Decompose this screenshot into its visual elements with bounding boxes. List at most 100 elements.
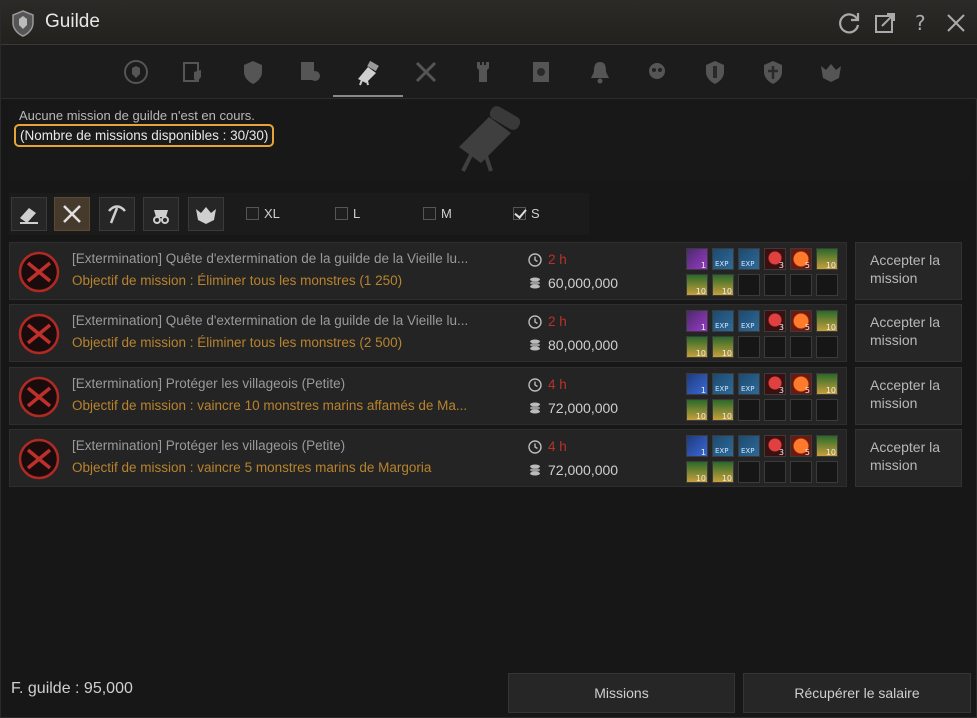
- potion-icon[interactable]: 10: [686, 336, 708, 358]
- red-crystal-icon[interactable]: 3: [764, 248, 786, 270]
- tab-missions[interactable]: [333, 51, 403, 97]
- blue-scroll-icon[interactable]: 1: [686, 373, 708, 395]
- window-title: Guilde: [45, 11, 100, 32]
- exp-scroll-icon[interactable]: EXP: [712, 248, 734, 270]
- book-emblem-icon: [533, 62, 549, 82]
- potion-icon[interactable]: 10: [712, 274, 734, 296]
- exp-scroll-icon[interactable]: EXP: [738, 310, 760, 332]
- red-crystal-icon[interactable]: 3: [764, 435, 786, 457]
- potion-icon[interactable]: 10: [712, 336, 734, 358]
- close-icon[interactable]: [942, 9, 970, 37]
- reward-money-value: 80,000,000: [548, 337, 619, 353]
- crest-circle-icon: [124, 60, 148, 84]
- tab-notifications[interactable]: [581, 53, 619, 91]
- fire-orb-icon[interactable]: 5: [790, 310, 812, 332]
- potion-icon[interactable]: 10: [712, 461, 734, 483]
- purple-scroll-icon[interactable]: 1: [686, 310, 708, 332]
- mission-reward-money: 60,000,000: [528, 275, 618, 291]
- tab-war[interactable]: [638, 53, 676, 91]
- checkbox-s[interactable]: [513, 207, 526, 220]
- purple-scroll-icon[interactable]: 1: [686, 248, 708, 270]
- filter-all-button[interactable]: [11, 197, 47, 231]
- tab-alliance[interactable]: [696, 53, 734, 91]
- empty-reward-slot: [790, 461, 812, 483]
- size-filter-m[interactable]: M: [423, 206, 452, 221]
- reward-item-grid: 1 EXP EXP 3 5 10 10 10: [686, 435, 844, 483]
- mission-objective: Objectif de mission : vaincre 5 monstres…: [72, 460, 432, 475]
- exp-scroll-icon[interactable]: EXP: [738, 248, 760, 270]
- shield-crest-icon: [244, 61, 262, 84]
- tab-skills[interactable]: [234, 53, 272, 91]
- potion-icon[interactable]: 10: [686, 274, 708, 296]
- potion-icon[interactable]: 10: [816, 373, 838, 395]
- tab-members[interactable]: [174, 53, 212, 91]
- tab-battle[interactable]: [407, 53, 445, 91]
- filter-gathering-button[interactable]: [99, 197, 135, 231]
- item-quantity: EXP: [741, 385, 755, 393]
- mission-objective: Objectif de mission : vaincre 10 monstre…: [72, 398, 468, 413]
- help-icon[interactable]: ?: [906, 9, 934, 37]
- blue-scroll-icon[interactable]: 1: [686, 435, 708, 457]
- reward-item-grid: 1 EXP EXP 3 5 10 10 10: [686, 248, 844, 296]
- red-crystal-icon[interactable]: 3: [764, 373, 786, 395]
- collect-salary-button[interactable]: Récupérer le salaire: [743, 673, 971, 713]
- tab-contracts[interactable]: [291, 53, 329, 91]
- potion-icon[interactable]: 10: [816, 310, 838, 332]
- fire-orb-icon[interactable]: 5: [790, 373, 812, 395]
- empty-reward-slot: [816, 399, 838, 421]
- item-quantity: 10: [721, 412, 732, 421]
- mission-row[interactable]: [Extermination] Protéger les villageois …: [9, 367, 847, 425]
- item-quantity: 5: [804, 448, 810, 457]
- filter-trade-button[interactable]: [143, 197, 179, 231]
- tab-boss[interactable]: [812, 53, 850, 91]
- mission-row[interactable]: [Extermination] Protéger les villageois …: [9, 429, 847, 487]
- fire-orb-icon[interactable]: 5: [790, 435, 812, 457]
- potion-icon[interactable]: 10: [816, 248, 838, 270]
- accept-mission-button[interactable]: Accepter la mission: [855, 242, 962, 300]
- accept-mission-button[interactable]: Accepter la mission: [855, 304, 962, 362]
- item-quantity: EXP: [715, 385, 729, 393]
- empty-reward-slot: [816, 336, 838, 358]
- exp-scroll-icon[interactable]: EXP: [712, 435, 734, 457]
- missions-button[interactable]: Missions: [508, 673, 735, 713]
- empty-reward-slot: [790, 399, 812, 421]
- guild-tab-bar: [1, 45, 977, 99]
- potion-icon[interactable]: 10: [686, 399, 708, 421]
- filter-boss-button[interactable]: [188, 197, 224, 231]
- mission-row[interactable]: [Extermination] Quête d'extermination de…: [9, 242, 847, 300]
- checkbox-xl[interactable]: [246, 207, 259, 220]
- mission-row[interactable]: [Extermination] Quête d'extermination de…: [9, 304, 847, 362]
- title-bar[interactable]: Guilde ?: [1, 1, 977, 45]
- tab-records[interactable]: [522, 53, 560, 91]
- exp-scroll-icon[interactable]: EXP: [738, 435, 760, 457]
- red-crystal-icon[interactable]: 3: [764, 310, 786, 332]
- accept-mission-button[interactable]: Accepter la mission: [855, 367, 962, 425]
- svg-text:?: ?: [915, 11, 926, 35]
- exp-scroll-icon[interactable]: EXP: [738, 373, 760, 395]
- exp-scroll-icon[interactable]: EXP: [712, 373, 734, 395]
- potion-icon[interactable]: 10: [816, 435, 838, 457]
- potion-icon[interactable]: 10: [686, 461, 708, 483]
- checkbox-m[interactable]: [423, 207, 436, 220]
- exp-scroll-icon[interactable]: EXP: [712, 310, 734, 332]
- size-filter-s[interactable]: S: [513, 206, 540, 221]
- size-filter-xl[interactable]: XL: [246, 206, 280, 221]
- item-quantity: EXP: [741, 447, 755, 455]
- checkbox-l[interactable]: [335, 207, 348, 220]
- refresh-icon[interactable]: [835, 9, 863, 37]
- mission-duration: 4 h: [528, 439, 567, 454]
- filter-extermination-button[interactable]: [54, 197, 90, 231]
- accept-mission-button[interactable]: Accepter la mission: [855, 429, 962, 487]
- item-quantity: 10: [825, 261, 836, 270]
- telescope-scroll-icon: [358, 60, 379, 86]
- size-filter-l[interactable]: L: [335, 206, 360, 221]
- item-quantity: 5: [804, 261, 810, 270]
- item-quantity: EXP: [741, 260, 755, 268]
- popout-icon[interactable]: [871, 9, 899, 37]
- mission-title: [Extermination] Protéger les villageois …: [72, 438, 346, 453]
- tab-overview[interactable]: [117, 53, 155, 91]
- potion-icon[interactable]: 10: [712, 399, 734, 421]
- fire-orb-icon[interactable]: 5: [790, 248, 812, 270]
- tab-defense[interactable]: [754, 53, 792, 91]
- tab-fortress[interactable]: [464, 53, 502, 91]
